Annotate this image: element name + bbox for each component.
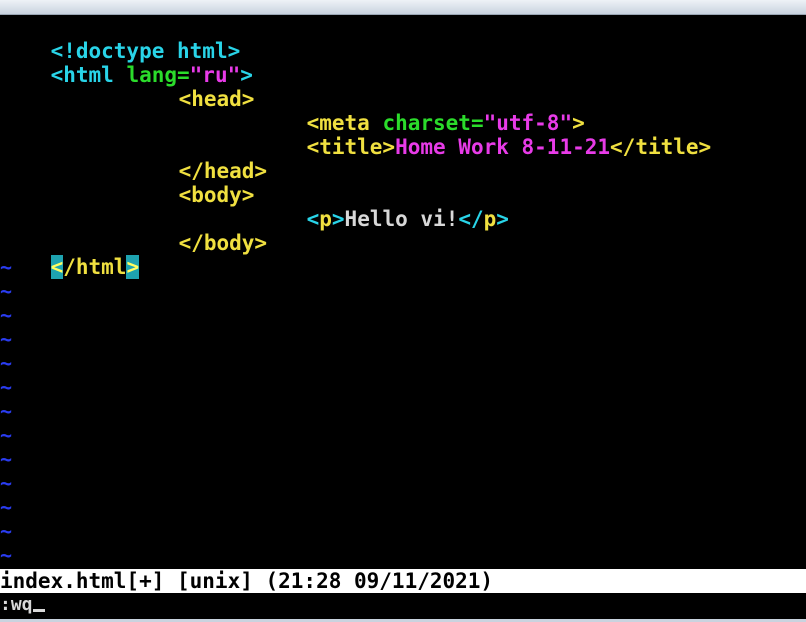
command-line[interactable]: :wq <box>0 593 806 617</box>
empty-line-marker: ~ <box>0 255 13 279</box>
status-line: index.html[+] [unix] (21:28 09/11/2021) <box>0 569 806 593</box>
empty-line-marker: ~ <box>0 471 13 495</box>
empty-line-marker: ~ <box>0 543 13 567</box>
code-line-8: <p>Hello vi!</p> <box>256 183 509 231</box>
empty-line-marker: ~ <box>0 351 13 375</box>
window-frame-top <box>0 0 806 15</box>
empty-line-marker: ~ <box>0 519 13 543</box>
code-line-1: <!doctype html> <box>0 15 241 63</box>
paragraph-text: Hello vi! <box>344 207 459 231</box>
code-line-10: </html> <box>0 231 140 279</box>
head-open-tag: <head> <box>178 87 255 111</box>
body-close-tag: </body> <box>178 231 268 255</box>
command-text: :wq <box>0 594 33 615</box>
p-open-bracket: < <box>306 207 320 231</box>
body-open-tag: <body> <box>178 183 255 207</box>
p-open-name: p <box>319 207 332 231</box>
empty-line-marker: ~ <box>0 375 13 399</box>
p-close-name: p <box>483 207 497 231</box>
title-text: Home Work 8-11-21 <box>395 135 611 159</box>
match-bracket-open: < <box>50 255 64 279</box>
empty-line-marker: ~ <box>0 447 13 471</box>
code-line-9: </body> <box>128 207 268 255</box>
title-open-tag: <title> <box>306 135 396 159</box>
html-close-tag: /html <box>63 255 127 279</box>
html-open-tag: <html <box>50 63 114 87</box>
p-close-bracket: </ <box>458 207 484 231</box>
match-bracket-close: > <box>126 255 140 279</box>
code-line-6: </head> <box>128 135 268 183</box>
empty-line-marker: ~ <box>0 423 13 447</box>
code-line-2: <html lang="ru"> <box>0 39 253 87</box>
code-line-3: <head> <box>128 63 255 111</box>
vim-editor[interactable]: <!doctype html> <html lang="ru"> <head> … <box>0 15 806 619</box>
empty-line-marker: ~ <box>0 303 13 327</box>
text-cursor <box>32 609 45 612</box>
empty-line-marker: ~ <box>0 495 13 519</box>
code-line-7: <body> <box>128 159 255 207</box>
p-open-close-bracket: > <box>331 207 345 231</box>
code-line-5: <title>Home Work 8-11-21</title> <box>256 111 712 159</box>
empty-line-marker: ~ <box>0 279 13 303</box>
empty-line-marker: ~ <box>0 399 13 423</box>
empty-line-marker: ~ <box>0 327 13 351</box>
p-close-end-bracket: > <box>496 207 509 231</box>
code-line-4: <meta charset="utf-8"> <box>256 87 585 135</box>
title-close-tag: </title> <box>610 135 712 159</box>
